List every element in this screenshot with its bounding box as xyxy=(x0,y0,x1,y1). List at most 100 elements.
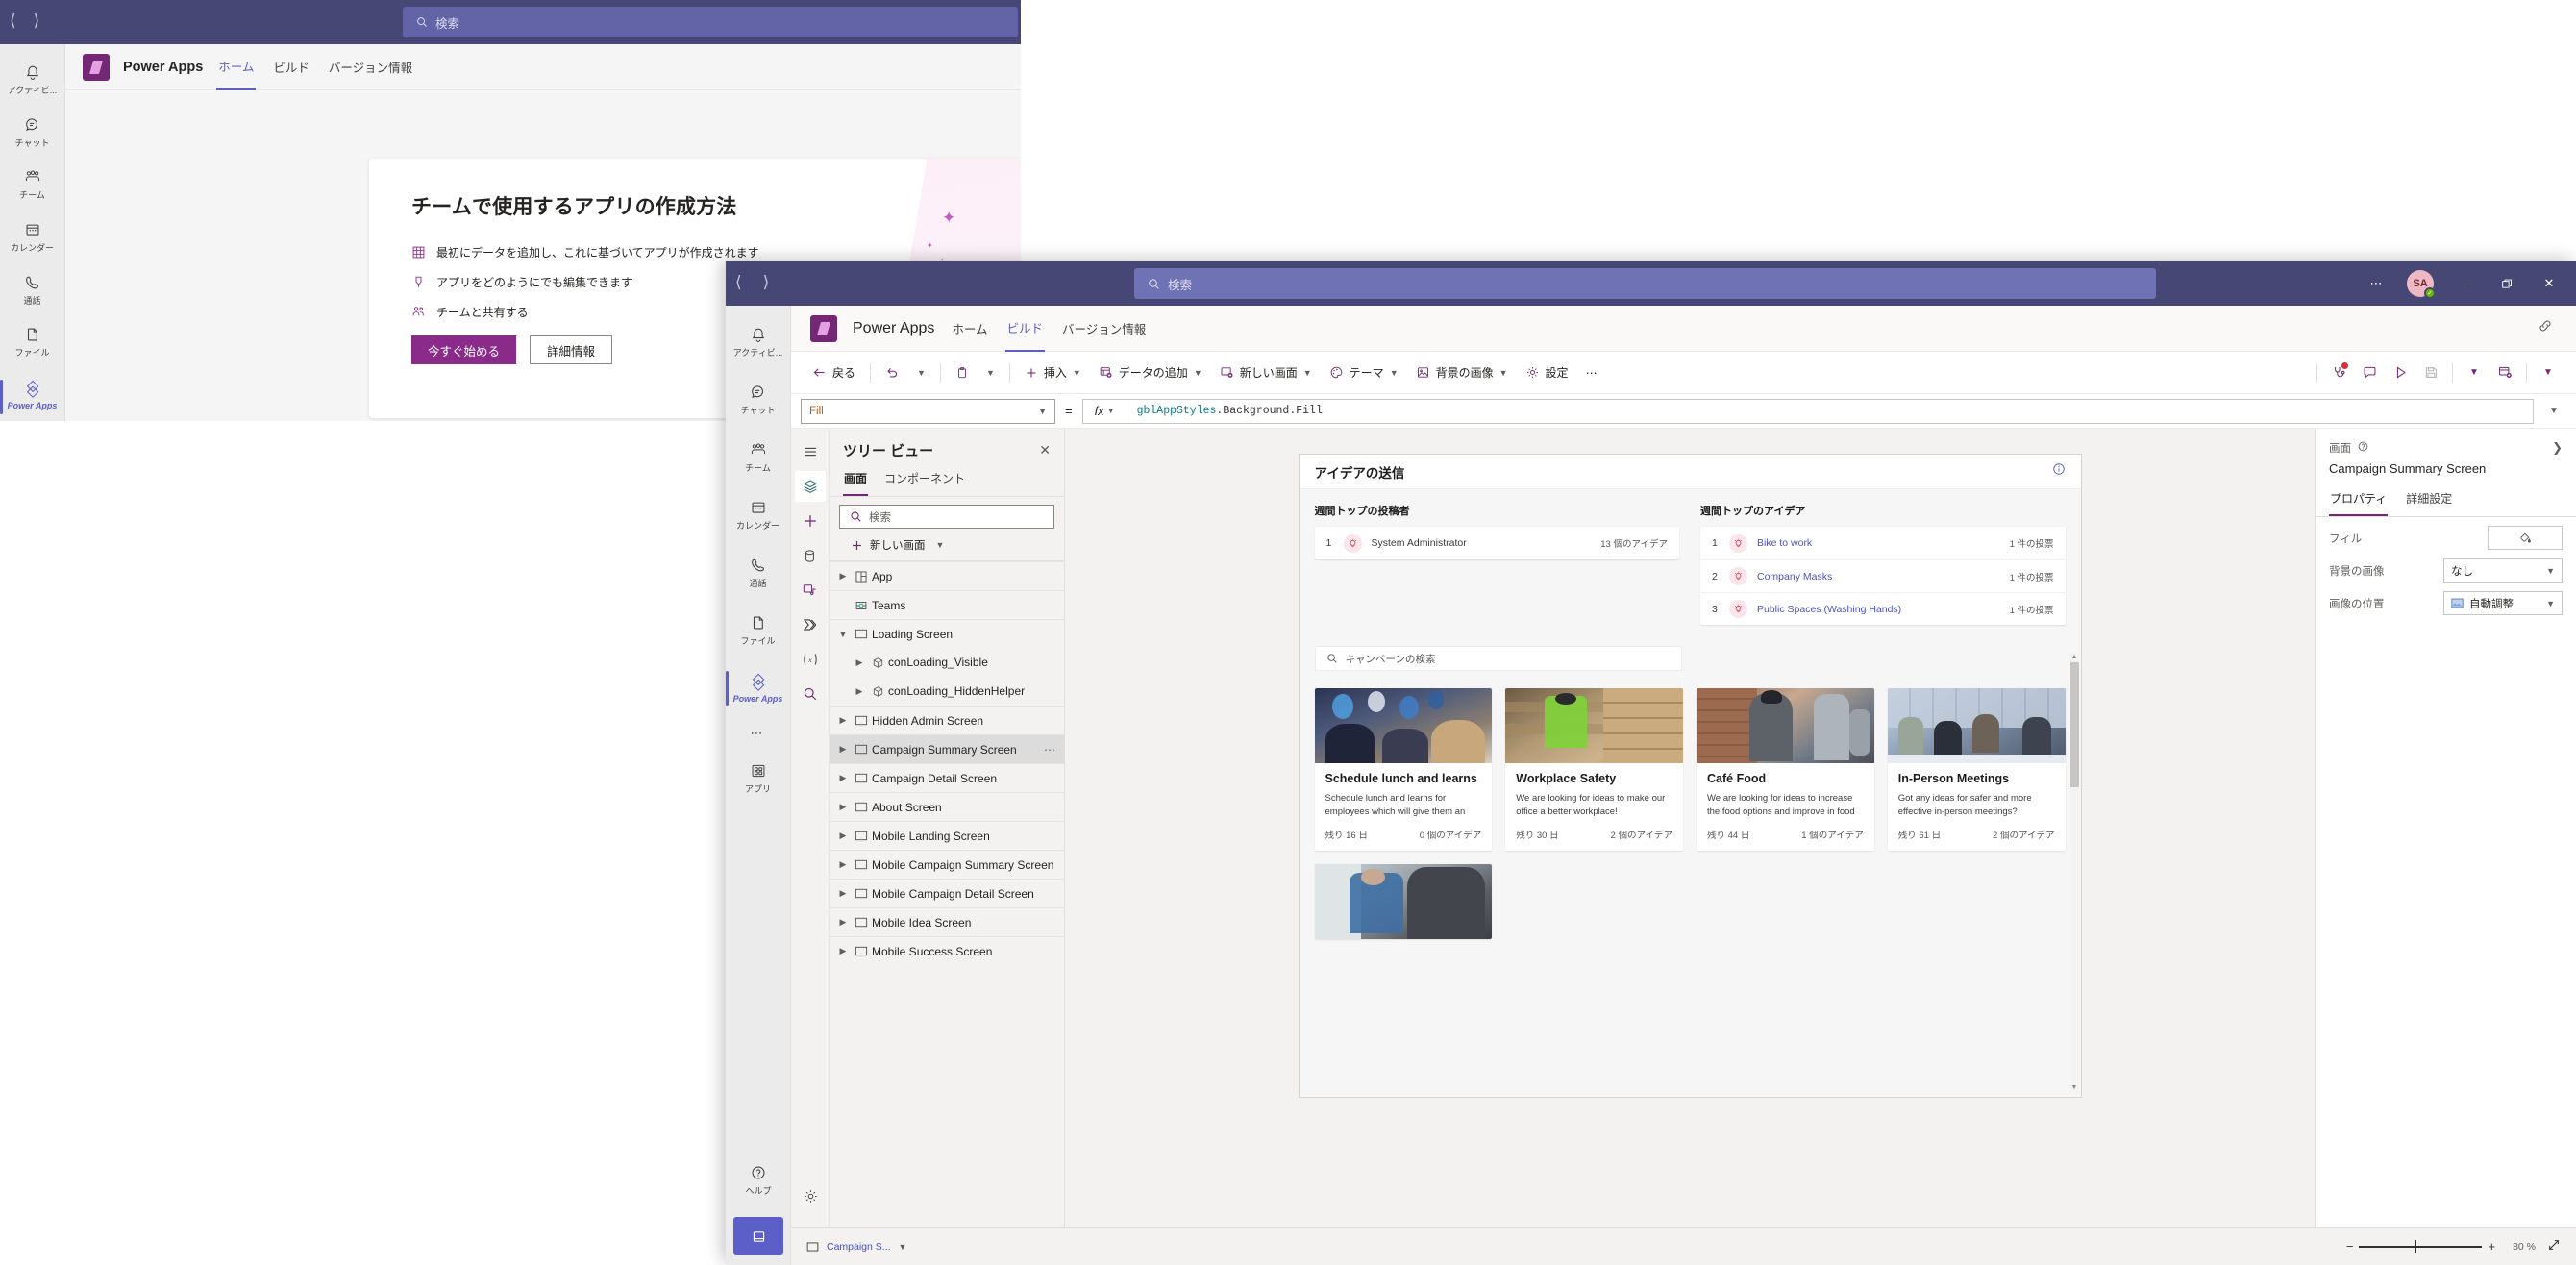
app-header-right[interactable] xyxy=(2536,316,2576,340)
chevron-right-icon[interactable]: ▶ xyxy=(835,859,851,870)
minimize-icon[interactable]: – xyxy=(2445,268,2484,299)
background-nav-arrows[interactable]: ⟨ ⟩ xyxy=(10,12,39,31)
campaign-card[interactable]: In-Person Meetings Got any ideas for saf… xyxy=(1887,688,2066,851)
sidebar-item-power-apps[interactable]: Power Apps xyxy=(0,368,65,421)
back-button[interactable]: 戻る xyxy=(805,358,863,388)
power-automate-icon[interactable] xyxy=(795,609,826,640)
tab-home[interactable]: ホーム xyxy=(216,44,257,90)
scroll-up-icon[interactable]: ▲ xyxy=(2070,653,2079,662)
idea-name[interactable]: Bike to work xyxy=(1757,537,1812,549)
campaign-card[interactable] xyxy=(1314,864,1493,939)
zoom-thumb[interactable] xyxy=(2415,1239,2417,1253)
tree-node-hidden-admin-screen[interactable]: ▶ Hidden Admin Screen xyxy=(830,706,1064,734)
tree-node-campaign-summary-screen[interactable]: ▶ Campaign Summary Screen ⋯ xyxy=(830,734,1064,763)
campaign-card[interactable]: Schedule lunch and learns Schedule lunch… xyxy=(1314,688,1493,851)
app-checker-button[interactable] xyxy=(2324,359,2353,387)
tree-view-layers-icon[interactable] xyxy=(794,471,826,502)
sidebar-item-more[interactable]: ⋯ xyxy=(726,717,791,750)
studio-nav-arrows[interactable]: ⟨ ⟩ xyxy=(735,273,769,292)
chevron-right-icon[interactable]: ▶ xyxy=(835,802,851,812)
new-chat-button[interactable] xyxy=(733,1217,783,1255)
chevron-right-icon[interactable]: ▶ xyxy=(835,571,851,582)
zoom-slider[interactable]: − + xyxy=(2341,1239,2501,1253)
avatar[interactable]: SA xyxy=(2407,270,2436,299)
info-circle-icon[interactable] xyxy=(2052,462,2066,481)
property-selector[interactable]: Fill ▼ xyxy=(801,398,1055,424)
tree-node-campaign-detail-screen[interactable]: ▶ Campaign Detail Screen xyxy=(830,763,1064,792)
sidebar-item-calls[interactable]: 通話 xyxy=(0,263,65,316)
chevron-right-icon[interactable]: ▶ xyxy=(835,946,851,956)
tree-node-loading-screen[interactable]: ▼ Loading Screen xyxy=(830,619,1064,648)
get-started-button[interactable]: 今すぐ始める xyxy=(411,335,517,364)
sidebar-item-chat[interactable]: チャット xyxy=(726,371,791,429)
sidebar-item-help[interactable]: ヘルプ xyxy=(726,1152,791,1209)
background-search-box[interactable]: 検索 xyxy=(403,7,1018,37)
hamburger-menu-icon[interactable] xyxy=(795,436,826,467)
back-icon[interactable]: ⟨ xyxy=(10,12,16,31)
sidebar-item-calls[interactable]: 通話 xyxy=(726,544,791,602)
tab-components[interactable]: コンポーネント xyxy=(883,464,966,496)
tab-build[interactable]: ビルド xyxy=(1004,306,1046,352)
tree-node-conloading-hiddenhelper[interactable]: ▶ conLoading_HiddenHelper xyxy=(830,677,1064,706)
ellipsis-icon[interactable]: ⋯ xyxy=(2357,268,2395,299)
chevron-right-icon[interactable]: ▶ xyxy=(835,831,851,841)
media-icon[interactable] xyxy=(795,575,826,606)
sidebar-item-power-apps[interactable]: Power Apps xyxy=(726,659,791,717)
tab-advanced[interactable]: 詳細設定 xyxy=(2405,485,2453,516)
tree-node-mobile-campaign-detail-screen[interactable]: ▶ Mobile Campaign Detail Screen xyxy=(830,879,1064,907)
search-icon[interactable] xyxy=(795,679,826,709)
tab-about[interactable]: バージョン情報 xyxy=(327,44,414,90)
sidebar-item-teams[interactable]: チーム xyxy=(726,429,791,486)
chevron-right-icon[interactable]: ▶ xyxy=(835,715,851,726)
chevron-right-icon[interactable]: ▶ xyxy=(835,888,851,899)
variables-icon[interactable]: x xyxy=(795,644,826,675)
tree-node-mobile-campaign-summary-screen[interactable]: ▶ Mobile Campaign Summary Screen xyxy=(830,850,1064,879)
back-icon[interactable]: ⟨ xyxy=(735,273,742,292)
campaign-search-input[interactable]: キャンペーンの検索 xyxy=(1314,646,1683,671)
idea-name[interactable]: Company Masks xyxy=(1757,571,1832,583)
insert-button[interactable]: 挿入 ▼ xyxy=(1017,358,1089,388)
tree-search-input[interactable]: 検索 xyxy=(839,505,1054,529)
chevron-right-icon[interactable]: ▶ xyxy=(835,917,851,928)
undo-button[interactable] xyxy=(878,358,907,388)
fx-button[interactable]: fx ▼ xyxy=(1083,399,1127,423)
tree-node-app[interactable]: ▶ App xyxy=(830,561,1064,590)
insert-plus-icon[interactable] xyxy=(795,506,826,536)
forward-icon[interactable]: ⟩ xyxy=(34,12,40,31)
sidebar-item-apps[interactable]: アプリ xyxy=(726,750,791,807)
background-image-dropdown[interactable]: なし ▼ xyxy=(2443,558,2563,583)
scrollbar-thumb[interactable] xyxy=(2069,662,2079,787)
sidebar-item-chat[interactable]: チャット xyxy=(0,107,65,160)
publish-options-caret[interactable]: ▼ xyxy=(2534,359,2563,387)
settings-button[interactable]: 設定 xyxy=(1518,358,1576,388)
sidebar-item-activity[interactable]: アクティビ... xyxy=(726,313,791,371)
paste-caret[interactable]: ▼ xyxy=(978,358,1003,388)
image-position-dropdown[interactable]: 自動調整 ▼ xyxy=(2443,591,2563,615)
comments-button[interactable] xyxy=(2355,359,2384,387)
tab-home[interactable]: ホーム xyxy=(950,306,989,352)
formula-expand-button[interactable]: ▼ xyxy=(2541,399,2566,424)
sidebar-item-calendar[interactable]: カレンダー xyxy=(0,211,65,264)
screen-vertical-scrollbar[interactable]: ▲ ▼ xyxy=(2069,653,2079,1093)
add-data-button[interactable]: データの追加 ▼ xyxy=(1091,358,1210,388)
sidebar-item-activity[interactable]: アクティビ... xyxy=(0,54,65,107)
close-icon[interactable]: ✕ xyxy=(2530,268,2568,299)
tree-node-mobile-landing-screen[interactable]: ▶ Mobile Landing Screen xyxy=(830,821,1064,850)
ellipsis-icon[interactable]: ⋯ xyxy=(1044,743,1056,757)
chevron-down-icon[interactable]: ▼ xyxy=(899,1242,907,1252)
list-item[interactable]: 1 System Administrator 13 個のアイデア xyxy=(1315,527,1680,559)
question-circle-icon[interactable] xyxy=(2357,440,2369,458)
formula-input[interactable]: fx ▼ gblAppStyles.Background.Fill xyxy=(1081,398,2534,424)
new-screen-button[interactable]: 新しい画面 ▼ xyxy=(830,531,1064,561)
fit-screen-icon[interactable] xyxy=(2547,1238,2561,1254)
idea-name[interactable]: Public Spaces (Washing Hands) xyxy=(1757,604,1901,615)
restore-icon[interactable] xyxy=(2488,268,2526,299)
scroll-down-icon[interactable]: ▼ xyxy=(2070,1083,2079,1093)
chevron-right-icon[interactable]: ❯ xyxy=(2552,440,2563,456)
status-screen-selector[interactable]: Campaign S... ▼ xyxy=(806,1241,906,1253)
zoom-in-button[interactable]: + xyxy=(2482,1239,2501,1253)
sidebar-item-files[interactable]: ファイル xyxy=(0,316,65,369)
forward-icon[interactable]: ⟩ xyxy=(763,273,770,292)
new-screen-button[interactable]: 新しい画面 ▼ xyxy=(1212,358,1320,388)
tree-node-teams[interactable]: Teams xyxy=(830,590,1064,619)
